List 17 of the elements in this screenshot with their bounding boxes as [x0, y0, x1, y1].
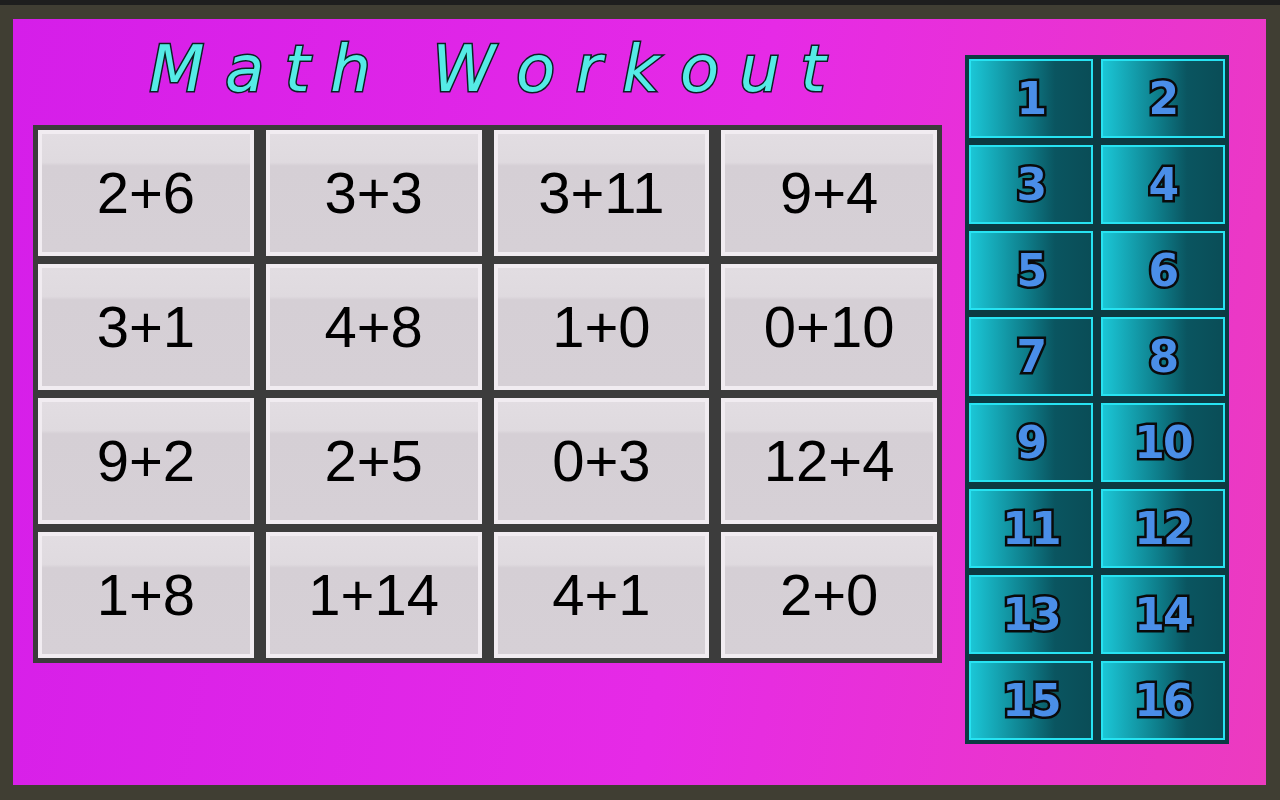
- problem-button[interactable]: 2+6: [38, 130, 254, 256]
- problem-button[interactable]: 3+11: [493, 130, 710, 256]
- problem-button[interactable]: 1+14: [265, 532, 482, 658]
- problem-button[interactable]: 0+10: [721, 264, 937, 390]
- app-title: Math Workout: [148, 37, 847, 101]
- problem-button[interactable]: 3+1: [38, 264, 254, 390]
- problem-button[interactable]: 1+8: [38, 532, 254, 658]
- problem-button[interactable]: 2+5: [265, 398, 482, 524]
- problem-button[interactable]: 3+3: [265, 130, 482, 256]
- problem-button[interactable]: 4+1: [493, 532, 710, 658]
- problem-button[interactable]: 12+4: [721, 398, 937, 524]
- problem-button[interactable]: 1+0: [493, 264, 710, 390]
- problem-button[interactable]: 0+3: [493, 398, 710, 524]
- problem-button[interactable]: 9+4: [721, 130, 937, 256]
- problem-button[interactable]: 4+8: [265, 264, 482, 390]
- problem-button[interactable]: 2+0: [721, 532, 937, 658]
- problem-button[interactable]: 9+2: [38, 398, 254, 524]
